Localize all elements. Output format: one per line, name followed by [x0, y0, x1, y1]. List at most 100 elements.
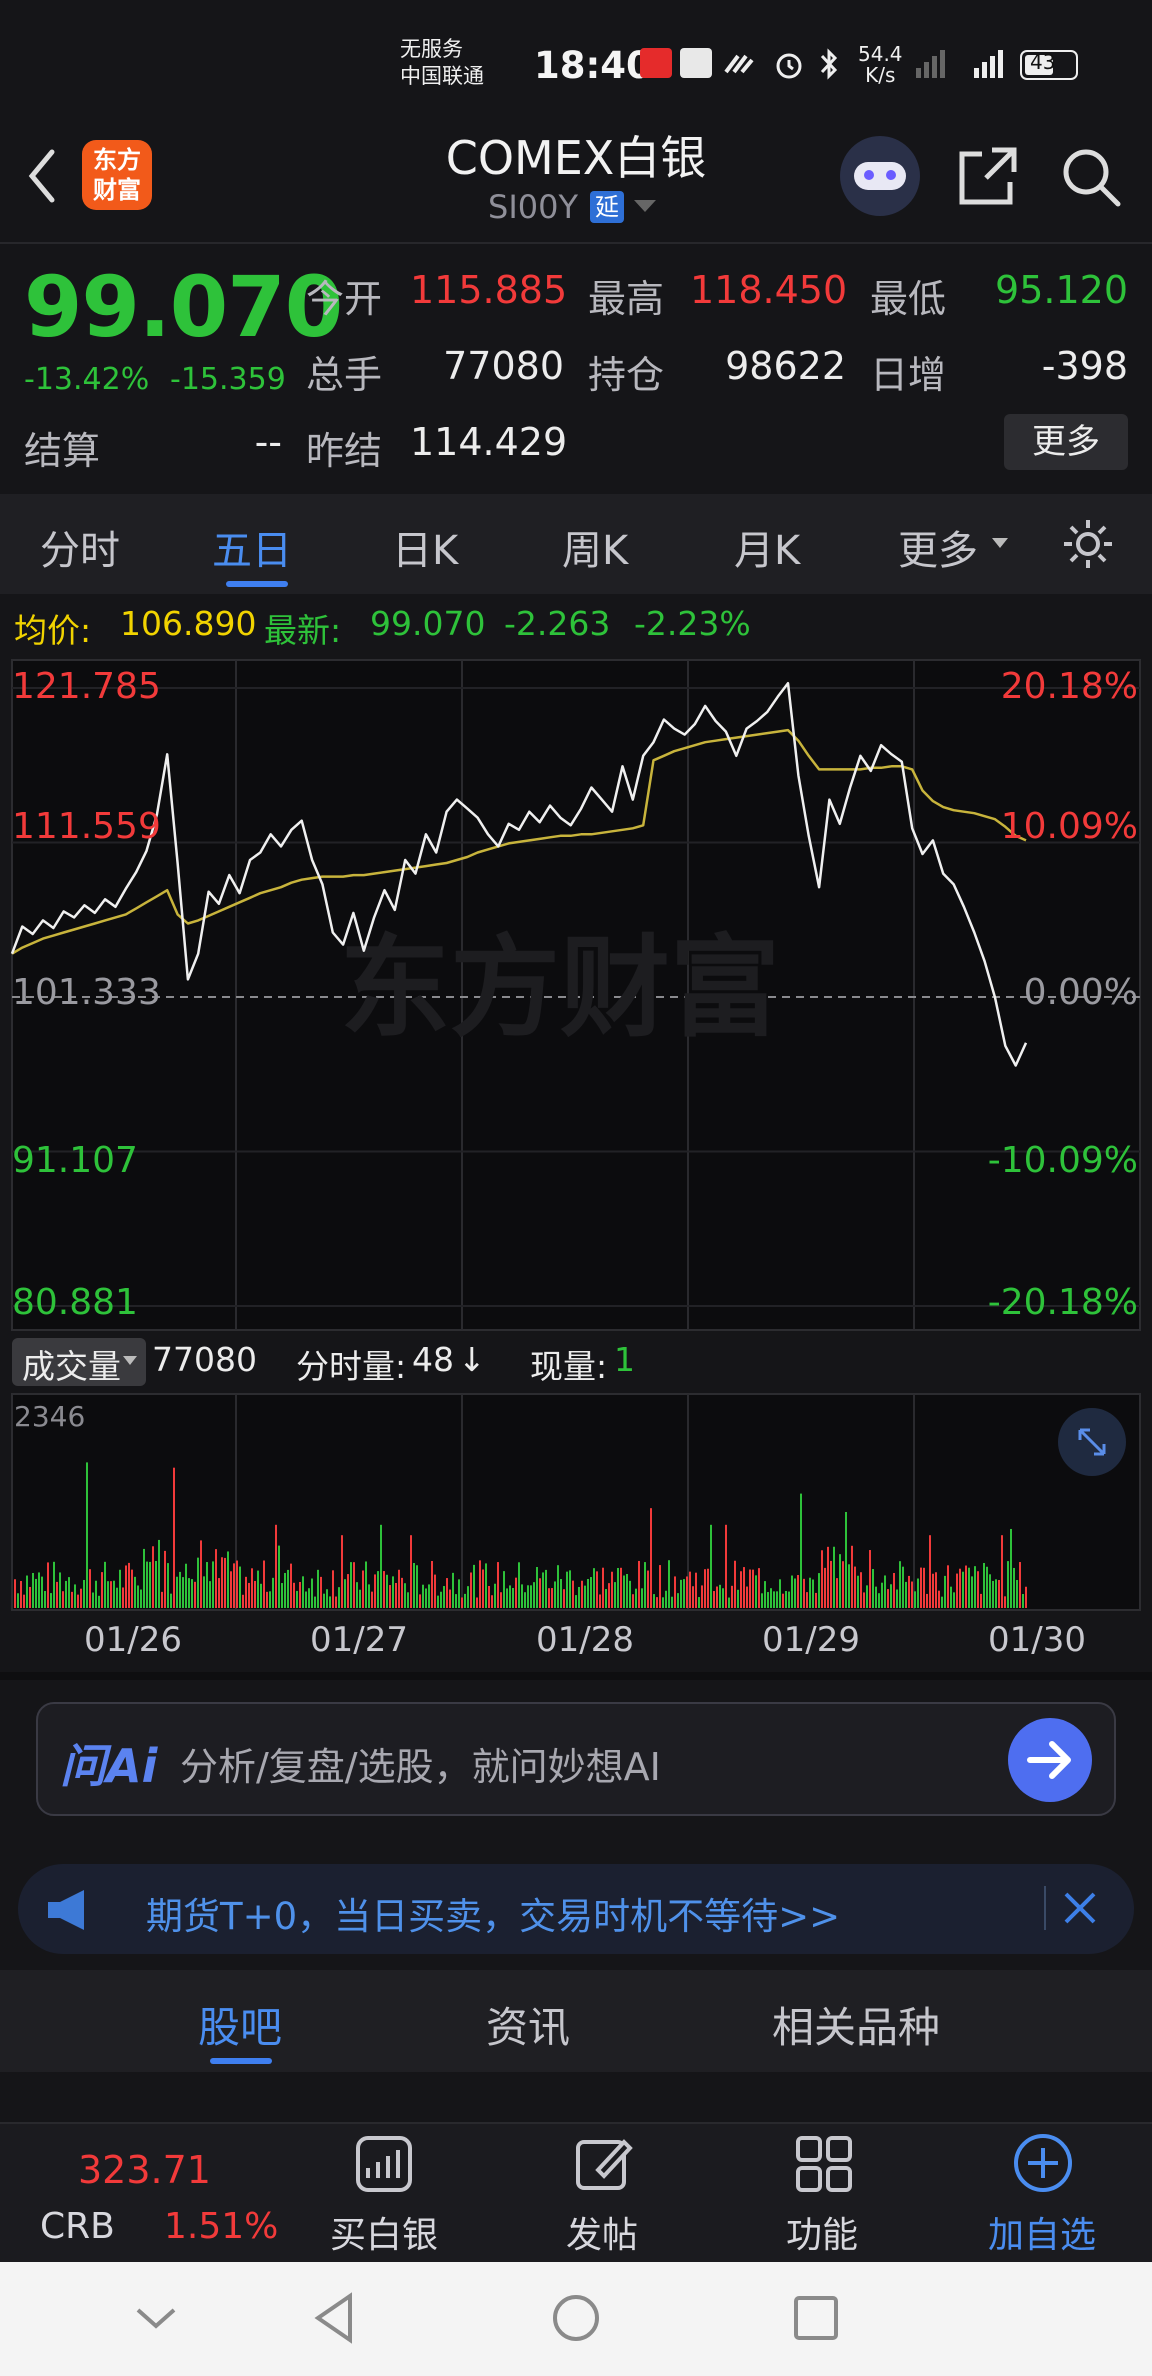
volume-bar — [464, 1593, 466, 1608]
y-label-left-0: 121.785 — [12, 666, 161, 707]
volume-bar — [935, 1572, 937, 1608]
volume-bar — [362, 1570, 364, 1608]
volume-bar — [752, 1569, 754, 1608]
volume-bar — [653, 1594, 655, 1608]
tab-guba[interactable]: 股吧 — [198, 1994, 282, 2055]
ai-robot-avatar-icon[interactable] — [840, 136, 920, 216]
volume-bar — [716, 1586, 718, 1608]
volume-bar — [836, 1578, 838, 1608]
volume-bar — [944, 1575, 946, 1608]
ai-submit-button[interactable] — [1008, 1718, 1092, 1802]
volume-bar — [1004, 1596, 1006, 1608]
tab-related[interactable]: 相关品种 — [772, 1994, 940, 2055]
expand-chart-button[interactable] — [1058, 1408, 1126, 1476]
volume-bar — [998, 1580, 1000, 1608]
volume-bar — [551, 1588, 553, 1608]
tab-monthly-k[interactable]: 月K — [734, 518, 800, 576]
nav-back-icon[interactable] — [310, 2290, 358, 2346]
volume-bar — [911, 1581, 913, 1608]
promo-banner-text[interactable]: 期货T+0，当日买卖，交易时机不等待>> — [146, 1886, 840, 1940]
volume-bar — [254, 1580, 256, 1608]
volume-bar — [425, 1588, 427, 1608]
info-change-pct: -2.23% — [634, 604, 751, 643]
tab-more[interactable]: 更多 — [898, 518, 978, 576]
volume-bar — [194, 1581, 196, 1608]
volume-bar — [1013, 1567, 1015, 1608]
volume-bar — [986, 1566, 988, 1608]
latest-value: 99.070 — [370, 604, 486, 643]
volume-bar — [110, 1581, 112, 1608]
volume-bar — [461, 1597, 463, 1608]
volume-bar — [305, 1591, 307, 1608]
volume-bar — [833, 1546, 835, 1608]
volume-bar — [872, 1569, 874, 1608]
volume-bar — [62, 1591, 64, 1608]
volume-bar — [1019, 1562, 1021, 1608]
tab-five-day[interactable]: 五日 — [212, 518, 292, 576]
share-icon[interactable] — [956, 144, 1020, 208]
add-watchlist-button[interactable]: 加自选 — [988, 2206, 1096, 2258]
volume-bar — [722, 1588, 724, 1608]
edit-post-icon[interactable] — [574, 2134, 634, 2194]
tab-weekly-k[interactable]: 周K — [562, 518, 628, 576]
volume-bar — [317, 1569, 319, 1608]
volume-bar — [314, 1596, 316, 1608]
tab-daily-k[interactable]: 日K — [392, 518, 458, 576]
volume-bar — [434, 1574, 436, 1608]
volume-bar — [626, 1573, 628, 1608]
search-icon[interactable] — [1058, 144, 1124, 210]
more-quote-button[interactable]: 更多 — [1004, 414, 1128, 470]
volume-bar — [401, 1577, 403, 1608]
page-title: COMEX白银 — [445, 131, 707, 185]
code-dropdown-icon[interactable] — [632, 198, 658, 216]
settings-gear-icon[interactable] — [1060, 516, 1116, 572]
nav-home-icon[interactable] — [550, 2292, 602, 2344]
change-pct: -13.42% — [24, 362, 150, 397]
volume-bar — [761, 1593, 763, 1608]
volume-bar — [740, 1571, 742, 1608]
back-arrow-icon[interactable] — [22, 146, 62, 206]
high-value: 118.450 — [690, 268, 848, 312]
volume-bar — [218, 1578, 220, 1608]
volume-bar — [815, 1592, 817, 1608]
volume-bar — [80, 1588, 82, 1608]
tab-intraday[interactable]: 分时 — [40, 518, 120, 576]
volume-bar — [278, 1545, 280, 1608]
banner-divider — [1044, 1886, 1046, 1930]
volume-bar — [137, 1585, 139, 1608]
watermark: 东方财富 — [340, 924, 780, 1052]
nav-recents-icon[interactable] — [792, 2294, 840, 2342]
buy-silver-button[interactable]: 买白银 — [330, 2206, 438, 2258]
nav-hide-icon[interactable] — [132, 2298, 180, 2338]
function-grid-icon[interactable] — [794, 2134, 854, 2194]
post-button[interactable]: 发帖 — [566, 2206, 638, 2258]
volume-bar — [890, 1584, 892, 1608]
volume-bar — [404, 1583, 406, 1608]
volume-bar — [50, 1593, 52, 1608]
volume-bar — [440, 1591, 442, 1608]
crb-index-value[interactable]: 323.71 — [78, 2148, 211, 2192]
ai-search-placeholder[interactable]: 分析/复盘/选股，就问妙想AI — [180, 1736, 661, 1791]
eastmoney-logo[interactable]: 东方 财富 — [82, 140, 152, 210]
function-button[interactable]: 功能 — [786, 2206, 858, 2258]
volume-bar — [539, 1578, 541, 1608]
volume-bar — [92, 1592, 94, 1608]
y-label-right-2: 0.00% — [1023, 972, 1138, 1013]
crb-index-name[interactable]: CRB — [40, 2206, 115, 2247]
volume-bar — [296, 1590, 298, 1608]
trade-chart-icon[interactable] — [354, 2134, 414, 2194]
volume-bar — [602, 1567, 604, 1608]
crb-index-pct[interactable]: 1.51% — [164, 2206, 278, 2247]
volume-bar — [806, 1592, 808, 1608]
tab-news[interactable]: 资讯 — [486, 1994, 570, 2055]
volume-bar — [239, 1566, 241, 1608]
volume-bar — [881, 1582, 883, 1608]
volume-bar — [893, 1572, 895, 1608]
close-banner-icon[interactable] — [1062, 1890, 1098, 1926]
add-watchlist-icon[interactable] — [1012, 2132, 1074, 2194]
volume-bar — [509, 1585, 511, 1608]
volume-bar — [233, 1563, 235, 1608]
volume-bar — [302, 1576, 304, 1608]
prev-settle-label: 昨结 — [306, 429, 383, 473]
volume-bar — [455, 1594, 457, 1608]
